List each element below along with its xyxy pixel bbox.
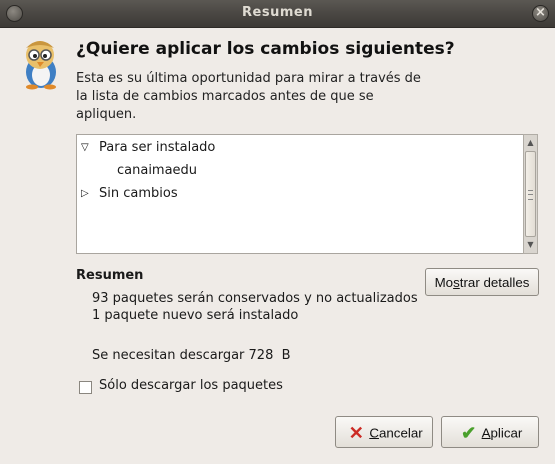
checkmark-icon: ✔ [461,423,477,444]
scrollbar-thumb[interactable] [525,151,536,237]
dialog-window: Resumen × ¿Quiere aplicar los cambios si… [0,0,555,464]
download-only-checkbox[interactable] [79,381,92,394]
tree-item-package[interactable]: canaimaedu [117,161,197,181]
cancel-button[interactable]: ✕ Cancelar [335,416,433,448]
apply-button[interactable]: ✔ Aplicar [441,416,539,448]
download-size: Se necesitan descargar 728 B [92,348,291,363]
tree-item-to-install[interactable]: ▽ Para ser instalado [81,138,215,158]
window-title: Resumen [242,5,313,20]
close-icon: × [535,5,546,20]
scroll-up-icon[interactable]: ▲ [524,136,537,150]
close-button[interactable]: × [532,5,549,22]
expander-down-icon[interactable]: ▽ [81,138,95,158]
dialog-heading: ¿Quiere aplicar los cambios siguientes? [76,39,455,59]
tree-item-no-changes[interactable]: ▷ Sin cambios [81,184,178,204]
penguin-mascot-icon [26,41,56,90]
changes-tree[interactable]: ▽ Para ser instalado canaimaedu ▷ Sin camb… [76,134,524,254]
titlebar: Resumen × [0,0,555,28]
summary-line: 1 paquete nuevo será instalado [92,308,299,323]
dialog-description: Esta es su última oportunidad para mirar… [76,71,421,122]
tree-item-label: canaimaedu [117,163,198,178]
expander-right-icon[interactable]: ▷ [81,184,95,204]
tree-item-label: Para ser instalado [99,140,216,155]
scroll-down-icon[interactable]: ▼ [524,238,537,252]
summary-line: 93 paquetes serán conservados y no actua… [92,291,418,306]
show-details-button[interactable]: Mostrar detalles [425,268,539,296]
tree-scrollbar[interactable]: ▲ ▼ [523,134,538,254]
tree-item-label: Sin cambios [99,186,178,201]
summary-title: Resumen [76,268,144,283]
cancel-x-icon: ✕ [348,423,364,444]
download-only-label[interactable]: Sólo descargar los paquetes [99,378,283,393]
